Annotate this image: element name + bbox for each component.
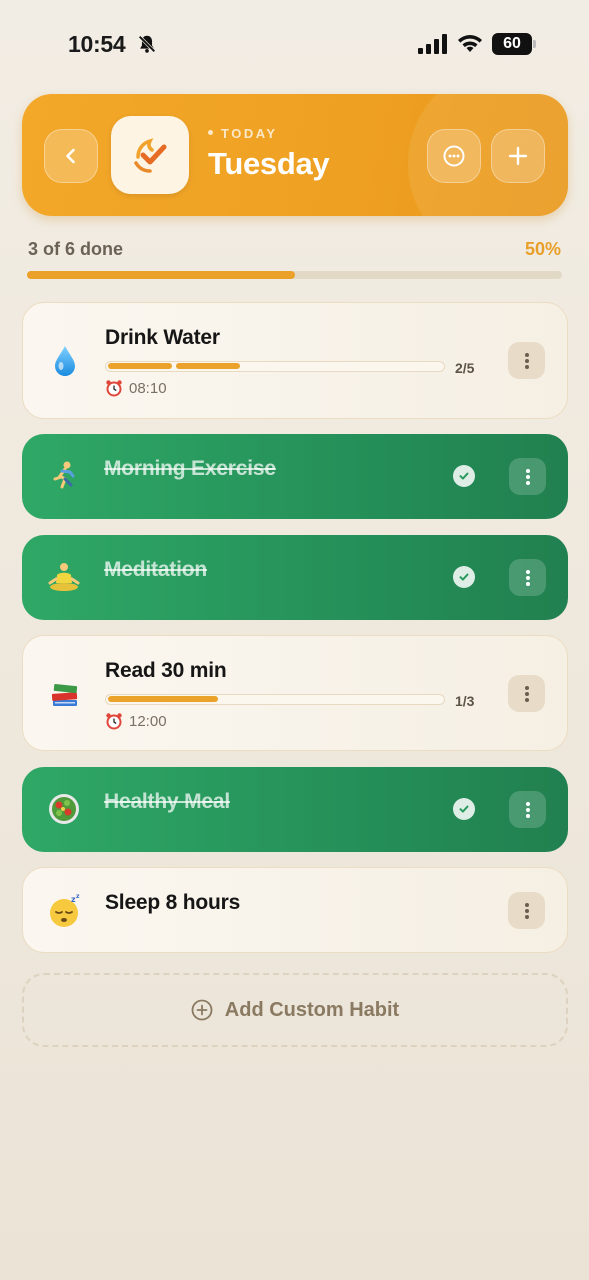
habit-title: Read 30 min: [105, 659, 227, 682]
habit-progress-bar: [105, 694, 445, 705]
kebab-menu-icon: [525, 569, 530, 586]
completed-check-icon: [453, 566, 475, 588]
plus-circle-icon: [191, 999, 213, 1021]
more-options-button[interactable]: [427, 129, 481, 183]
add-custom-habit-label: Add Custom Habit: [224, 998, 400, 1021]
sleeping-face-icon: zz: [47, 893, 83, 929]
kebab-menu-icon: [525, 468, 530, 485]
progress-segment: [108, 363, 172, 369]
habit-title: Morning Exercise: [104, 457, 276, 480]
page-title: Tuesday: [208, 146, 330, 181]
habit-card-sleep[interactable]: zz Sleep 8 hours: [22, 867, 568, 953]
habit-alarm: 08:10: [105, 379, 167, 397]
app-logo: [111, 116, 189, 194]
alarm-time: 12:00: [129, 712, 167, 730]
alarm-clock-icon: [106, 380, 122, 397]
plus-icon: [508, 146, 528, 166]
progress-percent: 50%: [524, 239, 561, 259]
habit-menu-button[interactable]: [509, 458, 546, 495]
droplet-icon: [47, 343, 83, 379]
habit-count: 1/3: [455, 693, 475, 709]
signal-icon: [418, 34, 447, 54]
wifi-icon: [458, 35, 482, 52]
person-running-icon: [46, 458, 82, 494]
habit-menu-button[interactable]: [508, 675, 545, 712]
habit-alarm: 12:00: [105, 712, 167, 730]
progress-segment: [176, 363, 240, 369]
alarm-time: 08:10: [129, 379, 167, 397]
completed-check-icon: [453, 465, 475, 487]
habit-check-logo-icon: [134, 138, 167, 173]
person-meditating-icon: [46, 559, 82, 595]
habit-title: Meditation: [104, 558, 207, 581]
status-bar: 10:54 60: [0, 0, 589, 88]
habit-menu-button[interactable]: [509, 791, 546, 828]
completed-check-icon: [453, 798, 475, 820]
svg-text:z: z: [76, 893, 80, 900]
battery-indicator: 60: [492, 33, 536, 55]
back-button[interactable]: [44, 129, 98, 183]
status-time: 10:54: [68, 31, 126, 57]
more-circle-icon: [443, 145, 465, 167]
habit-menu-button[interactable]: [508, 342, 545, 379]
habit-title: Sleep 8 hours: [105, 891, 241, 914]
salad-icon: [46, 791, 82, 827]
habit-title: Healthy Meal: [104, 790, 230, 813]
progress-label: 3 of 6 done: [28, 239, 124, 259]
habit-menu-button[interactable]: [508, 892, 545, 929]
habit-count: 2/5: [455, 360, 475, 376]
habit-progress-bar: [105, 361, 445, 372]
habit-card-healthy-meal[interactable]: Healthy Meal: [22, 767, 568, 852]
kebab-menu-icon: [524, 902, 529, 919]
battery-level: 60: [492, 33, 532, 55]
progress-segment: [108, 696, 218, 702]
habit-card-morning-exercise[interactable]: Morning Exercise: [22, 434, 568, 519]
add-button[interactable]: [491, 129, 545, 183]
habit-title: Drink Water: [105, 326, 220, 349]
kebab-menu-icon: [524, 685, 529, 702]
alarm-clock-icon: [106, 713, 122, 730]
add-custom-habit-button[interactable]: Add Custom Habit: [22, 973, 568, 1047]
habit-card-drink-water[interactable]: Drink Water 2/5 08:10: [22, 302, 568, 419]
today-label: TODAY: [208, 126, 278, 141]
progress-fill: [27, 271, 295, 279]
books-icon: [47, 676, 83, 712]
habit-card-meditation[interactable]: Meditation: [22, 535, 568, 620]
habit-menu-button[interactable]: [509, 559, 546, 596]
chevron-left-icon: [66, 148, 75, 164]
bell-muted-icon: [138, 35, 156, 53]
habit-card-read[interactable]: Read 30 min 1/3 12:00: [22, 635, 568, 751]
kebab-menu-icon: [525, 801, 530, 818]
day-header: TODAY Tuesday: [22, 94, 568, 216]
progress-bar: [27, 271, 562, 279]
kebab-menu-icon: [524, 352, 529, 369]
